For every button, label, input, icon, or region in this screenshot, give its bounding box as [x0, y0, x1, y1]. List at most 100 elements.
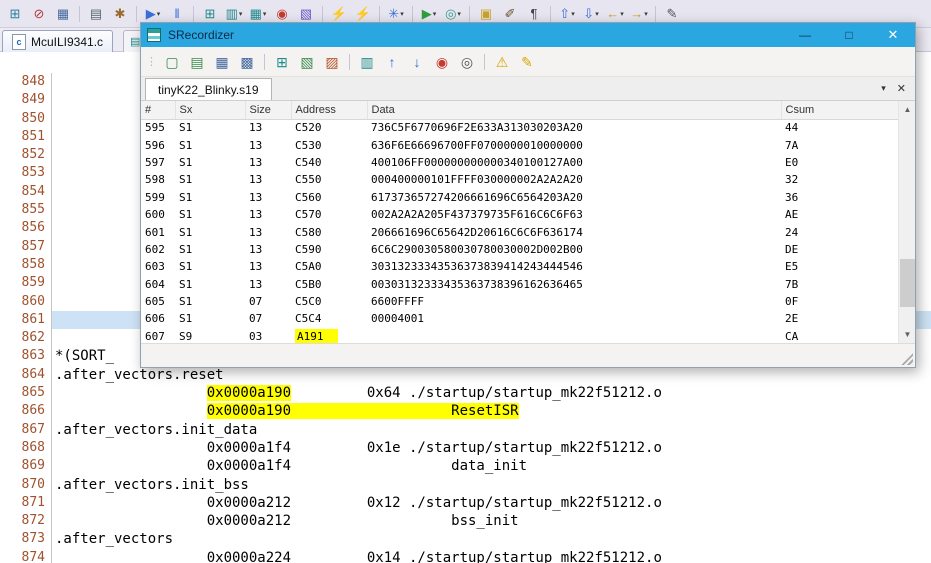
new-table-icon[interactable]: ⊞ — [271, 51, 293, 73]
validate-warning-icon[interactable]: ⚠ — [491, 51, 513, 73]
resize-grip[interactable] — [900, 352, 913, 365]
table-view-icon: ⊞ — [204, 6, 216, 21]
save-as-icon[interactable]: ▩ — [236, 51, 258, 73]
srec-table-body: 595 S1 13 C520 736C5F6770696F2E633A313030203… — [141, 119, 900, 343]
cell-csum: CA — [785, 329, 799, 343]
toolbar-separator — [79, 5, 80, 22]
dropdown-caret-icon: ▾ — [620, 10, 624, 18]
import-line-icon[interactable]: ▨ — [321, 51, 343, 73]
srecordizer-window: SRecordizer — □ ✕ ⋮ ▢ ▤ ▦ ▩ ⊞ ▧ ▨ ▥ ↑ ↓ ◉ ◎ ⚠ ✎ tinyK… — [140, 22, 916, 368]
cell-sx: S1 — [179, 312, 193, 326]
toolbar-separator — [655, 5, 656, 22]
srec-table-row[interactable]: 595 S1 13 C520 736C5F6770696F2E633A313030203… — [141, 119, 900, 136]
preview-eye-icon[interactable]: ◎ — [456, 51, 478, 73]
srec-table-row[interactable]: 603 S1 13 C5A0 30313233343536373839414243444… — [141, 258, 900, 275]
cell-sx: S1 — [179, 173, 193, 187]
save-as-icon: ▩ — [240, 53, 254, 70]
print-icon[interactable]: ▤ — [85, 3, 107, 25]
editor-line[interactable]: 869 0x0000a1f4 data_init — [0, 457, 931, 476]
record-icon[interactable]: ◉ — [431, 51, 453, 73]
editor-line[interactable]: 870 .after_vectors.init_bss — [0, 475, 931, 494]
new-file-icon: ▢ — [165, 53, 179, 70]
minimize-button[interactable]: — — [783, 23, 827, 47]
line-number: 855 — [0, 201, 52, 220]
forward-icon: → — [630, 6, 644, 21]
print-icon: ▤ — [89, 6, 103, 21]
scroll-down-icon[interactable]: ▼ — [899, 326, 915, 343]
toolbar-separator — [136, 5, 137, 22]
editor-line[interactable]: 864 .after_vectors.reset — [0, 365, 931, 385]
move-up-icon: ↑ — [388, 53, 396, 70]
editor-line[interactable]: 872 0x0000a212 bss_init — [0, 512, 931, 531]
columns-icon[interactable]: ▥ — [356, 51, 378, 73]
line-number: 852 — [0, 146, 52, 165]
scrollbar-thumb[interactable] — [900, 259, 915, 307]
move-down-icon: ↓ — [413, 53, 421, 70]
srec-titlebar[interactable]: SRecordizer — □ ✕ — [141, 23, 915, 47]
columns-icon: ▥ — [360, 53, 374, 70]
srec-table-row[interactable]: 605 S1 07 C5C0 6600FFFF 0F — [141, 293, 900, 310]
editor-line[interactable]: 866 0x0000a190 ResetISR — [0, 402, 931, 421]
line-number: 863 — [0, 347, 52, 366]
srec-table-row[interactable]: 601 S1 13 C580 206661696C65642D20616C6C6F636… — [141, 223, 900, 240]
line-text: 0x0000a190 ResetISR — [206, 403, 519, 420]
cell-data: 400106FF000000000000340100127A00 — [371, 155, 583, 169]
edit-pencil-icon[interactable]: ✎ — [516, 51, 538, 73]
toolbar-separator — [193, 5, 194, 22]
line-number: 860 — [0, 292, 52, 311]
cell-num: 601 — [145, 225, 165, 239]
srec-tab-label: tinyK22_Blinky.s19 — [158, 82, 259, 97]
cell-sx: S9 — [179, 329, 193, 343]
srec-table-row[interactable]: 606 S1 07 C5C4 00004001 2E — [141, 310, 900, 327]
line-text: 0x0000a1f4 0x1e ./startup/startup_mk22f5… — [55, 439, 662, 456]
srec-table-row[interactable]: 604 S1 13 C5B0 00303132333435363738396162636… — [141, 276, 900, 293]
last-edit-location-icon: ⇧ — [559, 6, 571, 21]
export-line-icon[interactable]: ▧ — [296, 51, 318, 73]
cell-data: 30313233343536373839414243444546 — [371, 260, 583, 274]
editor-line[interactable]: 871 0x0000a212 0x12 ./startup/startup_mk… — [0, 493, 931, 513]
line-text: 0x0000a1f4 data_init — [55, 458, 528, 475]
line-number: 858 — [0, 255, 52, 275]
new-wizard-icon[interactable]: ⊞ — [4, 3, 26, 25]
editor-line[interactable]: 868 0x0000a1f4 0x1e ./startup/startup_mk… — [0, 438, 931, 458]
srec-table-row[interactable]: 599 S1 13 C560 617373657274206661696C6564203… — [141, 189, 900, 206]
editor-line[interactable]: 874 0x0000a224 0x14 ./startup/startup_mk… — [0, 548, 931, 563]
close-button[interactable]: ✕ — [871, 23, 915, 47]
editor-line[interactable]: 867 .after_vectors.init_data — [0, 420, 931, 439]
save-icon[interactable]: ▦ — [52, 3, 74, 25]
cell-size: 03 — [249, 329, 263, 343]
srec-table-row[interactable]: 597 S1 13 C540 400106FF000000000000340100127… — [141, 154, 900, 171]
move-down-icon[interactable]: ↓ — [406, 51, 428, 73]
srec-table-row[interactable]: 607 S9 03 A191 CA — [141, 328, 900, 343]
tab-close-icon[interactable]: ✕ — [897, 82, 906, 95]
editor-line[interactable]: 865 0x0000a190 0x64 ./startup/startup_mk… — [0, 384, 931, 403]
srec-table-row[interactable]: 598 S1 13 C550 000400000101FFFF030000002A2A2… — [141, 171, 900, 188]
chevron-down-icon[interactable]: ▾ — [881, 83, 886, 94]
new-wizard-icon: ⊞ — [9, 6, 21, 21]
srec-table-row[interactable]: 596 S1 13 C530 636F6E66696700FF0700000010000… — [141, 136, 900, 153]
cell-csum: E5 — [785, 260, 799, 274]
show-whitespace-icon: ¶ — [530, 6, 538, 21]
dropdown-caret-icon: ▾ — [156, 10, 161, 18]
srec-table-row[interactable]: 602 S1 13 C590 6C6C290030580030780030002D002… — [141, 241, 900, 258]
line-text: .after_vectors — [55, 531, 174, 548]
editor-line[interactable]: 873 .after_vectors — [0, 530, 931, 549]
dropdown-caret-icon: ▾ — [457, 10, 461, 18]
new-file-icon[interactable]: ▢ — [161, 51, 183, 73]
open-type-icon: ▣ — [479, 6, 493, 21]
editor-tab-mcuili9341[interactable]: c McuILI9341.c — [2, 30, 114, 52]
toolbar-separator — [412, 5, 413, 22]
move-up-icon[interactable]: ↑ — [381, 51, 403, 73]
scroll-up-icon[interactable]: ▲ — [899, 101, 915, 118]
table-scrollbar[interactable]: ▲ ▼ — [898, 101, 915, 343]
run-icon: ▶ — [421, 6, 432, 21]
open-file-icon[interactable]: ▤ — [186, 51, 208, 73]
flash-program-icon: ⚡ — [330, 6, 348, 21]
srec-file-tab[interactable]: tinyK22_Blinky.s19 — [145, 78, 272, 100]
save-icon[interactable]: ▦ — [211, 51, 233, 73]
build-icon[interactable]: ✱ — [109, 3, 131, 25]
maximize-button[interactable]: □ — [827, 23, 871, 47]
skip-breakpoints-icon[interactable]: ⊘ — [28, 3, 50, 25]
srec-table-row[interactable]: 600 S1 13 C570 002A2A2A205F437379735F616C6C6… — [141, 206, 900, 223]
cell-num: 600 — [145, 208, 165, 222]
